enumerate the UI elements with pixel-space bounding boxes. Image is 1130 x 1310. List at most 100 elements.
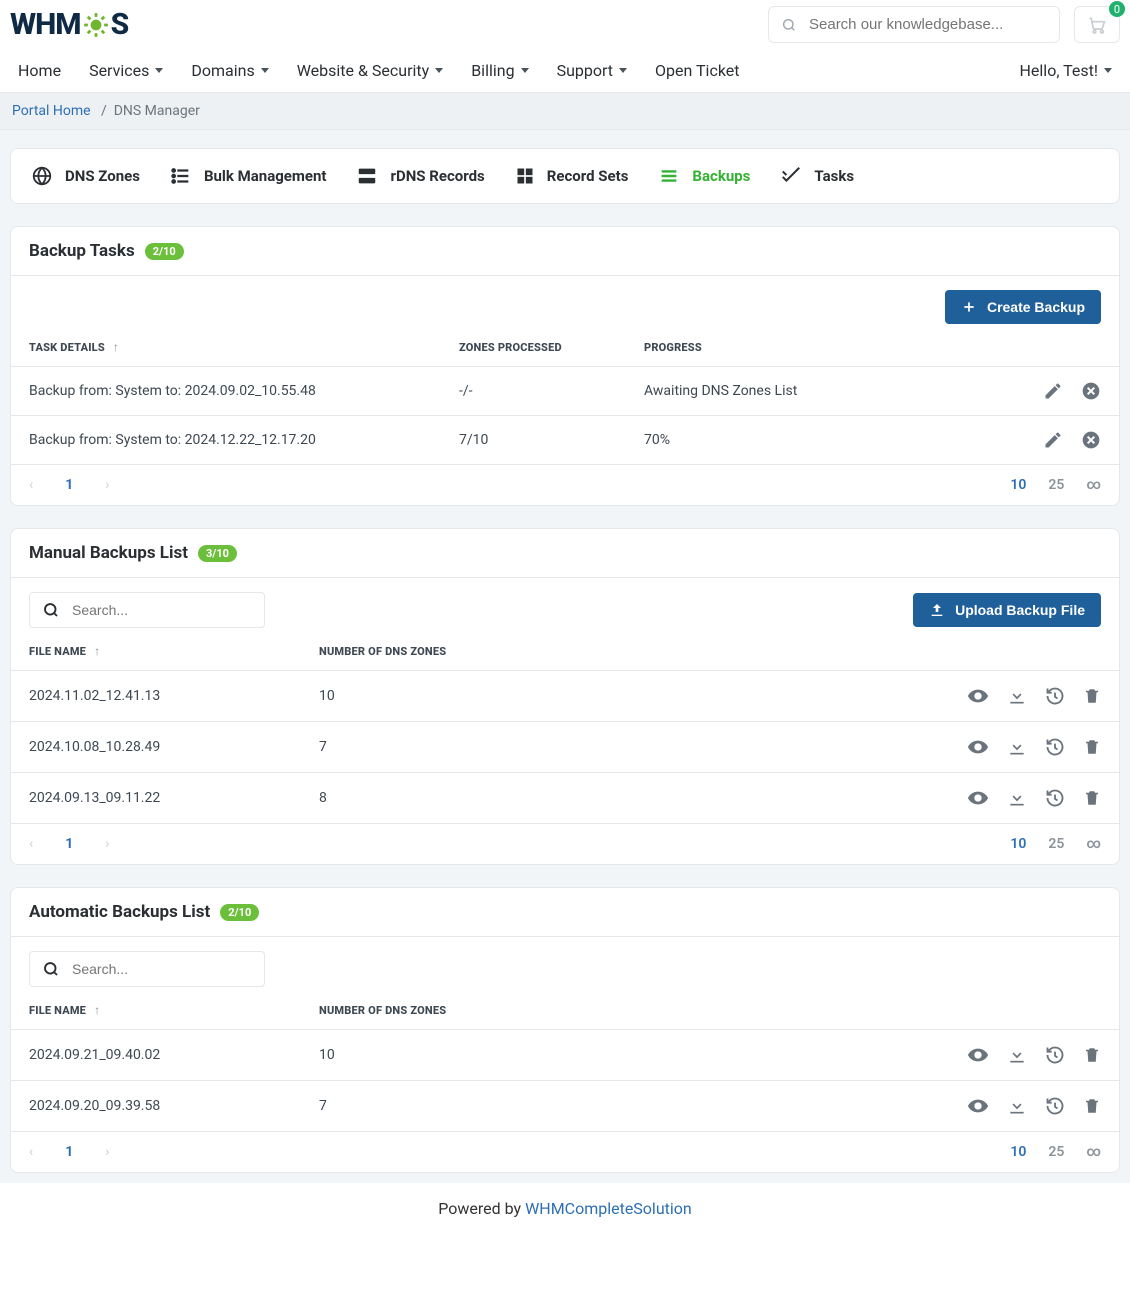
nav-website-security[interactable]: Website & Security (297, 61, 443, 80)
card-automatic-backups: Automatic Backups List 2/10 FILE NAME↑ N… (10, 887, 1120, 1173)
tab-bulk[interactable]: Bulk Management (170, 165, 327, 187)
perpage-25[interactable]: 25 (1048, 477, 1064, 493)
perpage-all[interactable]: ∞ (1086, 836, 1101, 852)
delete-icon[interactable] (1083, 685, 1101, 707)
upload-backup-button[interactable]: Upload Backup File (913, 593, 1101, 627)
cancel-icon[interactable] (1081, 430, 1101, 450)
backup-row: 2024.09.20_09.39.58 7 (11, 1080, 1119, 1131)
chevron-down-icon (619, 68, 627, 73)
chevron-down-icon (521, 68, 529, 73)
nav-open-ticket[interactable]: Open Ticket (655, 61, 739, 80)
dns-subnav: DNS Zones Bulk Management rDNS Records R… (10, 148, 1120, 204)
prev-page[interactable]: ‹ (29, 477, 33, 493)
page-1[interactable]: 1 (65, 1144, 73, 1160)
delete-icon[interactable] (1083, 787, 1101, 809)
nav-domains[interactable]: Domains (191, 61, 268, 80)
restore-icon[interactable] (1045, 1044, 1065, 1066)
view-icon[interactable] (967, 1044, 989, 1066)
kb-search[interactable] (768, 6, 1060, 43)
th-file-name[interactable]: FILE NAME↑ (29, 644, 319, 658)
cart-button[interactable]: 0 (1074, 6, 1120, 43)
tab-record-sets[interactable]: Record Sets (515, 166, 629, 186)
download-icon[interactable] (1007, 736, 1027, 758)
file-name: 2024.09.21_09.40.02 (29, 1047, 319, 1063)
sort-asc-icon: ↑ (94, 1003, 100, 1017)
perpage-all[interactable]: ∞ (1086, 1144, 1101, 1160)
zone-count: 10 (319, 1047, 901, 1063)
crumb-home[interactable]: Portal Home (12, 103, 91, 119)
backup-row: 2024.10.08_10.28.49 7 (11, 721, 1119, 772)
zones-processed: -/- (459, 383, 644, 399)
upload-icon (929, 602, 945, 618)
tab-dns-zones[interactable]: DNS Zones (31, 165, 140, 187)
page-1[interactable]: 1 (65, 477, 73, 493)
download-icon[interactable] (1007, 1095, 1027, 1117)
user-menu[interactable]: Hello, Test! (1020, 61, 1112, 80)
nav-support[interactable]: Support (557, 61, 627, 80)
zone-count: 8 (319, 790, 901, 806)
nav-home[interactable]: Home (18, 61, 61, 80)
tab-rdns[interactable]: rDNS Records (356, 165, 484, 187)
backup-tasks-chip: 2/10 (145, 243, 184, 260)
th-progress[interactable]: PROGRESS (644, 341, 1011, 354)
next-page[interactable]: › (105, 836, 109, 852)
restore-icon[interactable] (1045, 787, 1065, 809)
download-icon[interactable] (1007, 685, 1027, 707)
create-backup-button[interactable]: Create Backup (945, 290, 1101, 324)
perpage-10[interactable]: 10 (1010, 836, 1026, 852)
backup-row: 2024.11.02_12.41.13 10 (11, 670, 1119, 721)
tab-backups[interactable]: Backups (658, 165, 750, 187)
th-zones-processed[interactable]: ZONES PROCESSED (459, 341, 644, 354)
next-page[interactable]: › (105, 477, 109, 493)
next-page[interactable]: › (105, 1144, 109, 1160)
search-icon (42, 601, 60, 619)
perpage-all[interactable]: ∞ (1086, 477, 1101, 493)
delete-icon[interactable] (1083, 1095, 1101, 1117)
manual-search-input[interactable] (70, 601, 255, 619)
perpage-25[interactable]: 25 (1048, 836, 1064, 852)
th-zone-count[interactable]: NUMBER OF DNS ZONES (319, 1004, 901, 1017)
auto-search-input[interactable] (70, 960, 255, 978)
view-icon[interactable] (967, 685, 989, 707)
task-details: Backup from: System to: 2024.12.22_12.17… (29, 432, 459, 448)
perpage-10[interactable]: 10 (1010, 477, 1026, 493)
footer-brand-link[interactable]: WHMCompleteSolution (525, 1199, 692, 1218)
view-icon[interactable] (967, 1095, 989, 1117)
cancel-icon[interactable] (1081, 381, 1101, 401)
edit-icon[interactable] (1043, 381, 1063, 401)
nav-billing[interactable]: Billing (471, 61, 528, 80)
perpage-10[interactable]: 10 (1010, 1144, 1026, 1160)
th-task-details[interactable]: TASK DETAILS↑ (29, 340, 459, 354)
restore-icon[interactable] (1045, 736, 1065, 758)
brand-logo[interactable]: WHM S (10, 7, 128, 42)
delete-icon[interactable] (1083, 736, 1101, 758)
kb-search-input[interactable] (807, 15, 1047, 34)
restore-icon[interactable] (1045, 1095, 1065, 1117)
edit-icon[interactable] (1043, 430, 1063, 450)
restore-icon[interactable] (1045, 685, 1065, 707)
download-icon[interactable] (1007, 1044, 1027, 1066)
manual-title: Manual Backups List (29, 543, 188, 563)
zone-count: 7 (319, 739, 901, 755)
cart-badge: 0 (1109, 1, 1125, 17)
delete-icon[interactable] (1083, 1044, 1101, 1066)
page-1[interactable]: 1 (65, 836, 73, 852)
auto-chip: 2/10 (220, 904, 259, 921)
nav-services[interactable]: Services (89, 61, 163, 80)
backup-row: 2024.09.21_09.40.02 10 (11, 1029, 1119, 1080)
prev-page[interactable]: ‹ (29, 836, 33, 852)
task-row: Backup from: System to: 2024.09.02_10.55… (11, 366, 1119, 415)
manual-search[interactable] (29, 592, 265, 628)
tab-tasks[interactable]: Tasks (780, 165, 854, 187)
file-name: 2024.11.02_12.41.13 (29, 688, 319, 704)
manual-chip: 3/10 (198, 545, 237, 562)
view-icon[interactable] (967, 736, 989, 758)
auto-search[interactable] (29, 951, 265, 987)
download-icon[interactable] (1007, 787, 1027, 809)
th-file-name[interactable]: FILE NAME↑ (29, 1003, 319, 1017)
view-icon[interactable] (967, 787, 989, 809)
th-zone-count[interactable]: NUMBER OF DNS ZONES (319, 645, 901, 658)
perpage-25[interactable]: 25 (1048, 1144, 1064, 1160)
chevron-down-icon (1104, 68, 1112, 73)
prev-page[interactable]: ‹ (29, 1144, 33, 1160)
